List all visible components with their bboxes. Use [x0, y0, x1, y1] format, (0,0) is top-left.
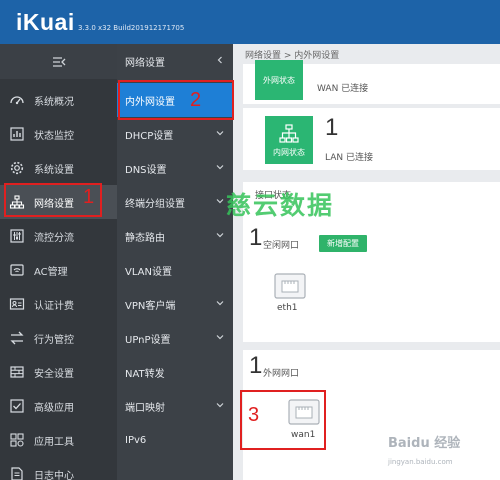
wan-port-count: 1	[249, 352, 263, 379]
lan-status-text: LAN 已连接	[325, 153, 373, 163]
submenu-item-label: 端口映射	[125, 402, 165, 414]
chevron-down-icon	[216, 301, 224, 306]
idle-port-count: 1	[249, 224, 263, 251]
submenu-item-dhcp[interactable]: DHCP设置	[117, 117, 233, 151]
watermark-text: 慈云数据	[226, 191, 335, 220]
wan-status-text: WAN 已连接	[317, 84, 369, 94]
lan-tile-label: 内网状态	[273, 147, 305, 157]
submenu-header[interactable]: 网络设置	[117, 44, 233, 78]
sidebar-item-traffic-control[interactable]: 流控分流	[0, 219, 117, 253]
submenu-item-label: UPnP设置	[125, 334, 171, 346]
wan-status-tile[interactable]: 外网状态	[255, 60, 303, 100]
submenu-item-dns[interactable]: DNS设置	[117, 151, 233, 185]
annotation-box-2	[118, 80, 234, 120]
sidebar-item-app-tools[interactable]: 应用工具	[0, 423, 117, 457]
id-card-icon	[0, 296, 34, 312]
sidebar-item-label: 系统设置	[34, 164, 74, 176]
ethernet-port-icon[interactable]	[273, 272, 307, 300]
document-icon	[0, 466, 34, 480]
chevron-left-icon	[217, 56, 222, 64]
ikuai-logo: iKuai	[16, 9, 75, 35]
primary-sidebar: 系统概况 状态监控 系统设置 网络设置 流控分流 AC管理 认证计费 行为管控 …	[0, 44, 117, 480]
gauge-icon	[0, 92, 34, 108]
port-name-eth1: eth1	[277, 303, 298, 313]
apps-grid-icon	[0, 432, 34, 448]
annotation-number-3: 3	[248, 404, 260, 426]
annotation-number-1: 1	[83, 186, 95, 208]
monitor-chart-icon	[0, 126, 34, 142]
submenu-item-label: 终端分组设置	[125, 198, 185, 210]
chevron-down-icon	[216, 335, 224, 340]
submenu-item-vpn-client[interactable]: VPN客户端	[117, 287, 233, 321]
checkbox-icon	[0, 398, 34, 414]
sidebar-item-label: 应用工具	[34, 436, 74, 448]
network-tree-icon	[279, 123, 299, 143]
submenu-item-label: DNS设置	[125, 164, 167, 176]
submenu-item-nat[interactable]: NAT转发	[117, 355, 233, 389]
chevron-down-icon	[216, 199, 224, 204]
annotation-number-2: 2	[190, 89, 202, 111]
sliders-icon	[0, 228, 34, 244]
sidebar-item-label: 状态监控	[34, 130, 74, 142]
chevron-down-icon	[216, 165, 224, 170]
sidebar-item-security[interactable]: 安全设置	[0, 355, 117, 389]
sidebar-item-log-center[interactable]: 日志中心	[0, 457, 117, 480]
menu-collapse-icon	[52, 56, 65, 67]
sidebar-item-label: 系统概况	[34, 96, 74, 108]
wan-port-label: 外网网口	[263, 369, 300, 379]
chevron-down-icon	[216, 131, 224, 136]
submenu-item-upnp[interactable]: UPnP设置	[117, 321, 233, 355]
baidu-watermark: Baidu 经验	[388, 436, 461, 451]
submenu-item-label: IPv6	[125, 434, 147, 446]
lan-status-tile[interactable]: 内网状态	[265, 116, 313, 164]
sidebar-item-overview[interactable]: 系统概况	[0, 83, 117, 117]
submenu-item-static-route[interactable]: 静态路由	[117, 219, 233, 253]
top-header: iKuai 3.3.0 x32 Build201912171705	[0, 0, 500, 44]
submenu-item-label: 静态路由	[125, 232, 165, 244]
submenu-item-label: VPN客户端	[125, 300, 176, 312]
sidebar-item-ac-management[interactable]: AC管理	[0, 253, 117, 287]
submenu-item-terminal-group[interactable]: 终端分组设置	[117, 185, 233, 219]
submenu-item-label: NAT转发	[125, 368, 165, 380]
sidebar-item-label: 日志中心	[34, 470, 74, 480]
sidebar-item-monitor[interactable]: 状态监控	[0, 117, 117, 151]
submenu-item-vlan[interactable]: VLAN设置	[117, 253, 233, 287]
lan-status-card: 内网状态 1 LAN 已连接	[243, 108, 500, 170]
sidebar-item-label: 安全设置	[34, 368, 74, 380]
wifi-icon	[0, 262, 34, 278]
sidebar-item-label: 流控分流	[34, 232, 74, 244]
submenu-title: 网络设置	[125, 57, 165, 69]
sidebar-collapse-button[interactable]	[0, 44, 117, 79]
sidebar-item-advanced[interactable]: 高级应用	[0, 389, 117, 423]
submenu-item-label: VLAN设置	[125, 266, 172, 278]
wan-status-card: 外网状态 WAN 已连接	[243, 60, 500, 104]
submenu-item-port-mapping[interactable]: 端口映射	[117, 389, 233, 423]
submenu-item-ipv6[interactable]: IPv6	[117, 423, 233, 457]
add-config-button[interactable]: 新增配置	[319, 235, 367, 252]
gear-icon	[0, 160, 34, 176]
idle-port-label: 空闲网口	[263, 241, 300, 251]
version-text: 3.3.0 x32 Build201912171705	[78, 24, 185, 32]
sidebar-item-system-settings[interactable]: 系统设置	[0, 151, 117, 185]
sidebar-item-label: AC管理	[34, 266, 68, 278]
sidebar-item-label: 认证计费	[34, 300, 74, 312]
sidebar-item-label: 行为管控	[34, 334, 74, 346]
chevron-down-icon	[216, 403, 224, 408]
sidebar-item-behavior-control[interactable]: 行为管控	[0, 321, 117, 355]
sidebar-item-auth-billing[interactable]: 认证计费	[0, 287, 117, 321]
swap-arrows-icon	[0, 330, 34, 346]
sidebar-item-label: 高级应用	[34, 402, 74, 414]
firewall-icon	[0, 364, 34, 380]
chevron-down-icon	[216, 233, 224, 238]
lan-count: 1	[325, 114, 339, 141]
wan-tile-label: 外网状态	[263, 75, 295, 85]
submenu-item-label: DHCP设置	[125, 130, 174, 142]
baidu-url-watermark: jingyan.baidu.com	[388, 458, 453, 466]
